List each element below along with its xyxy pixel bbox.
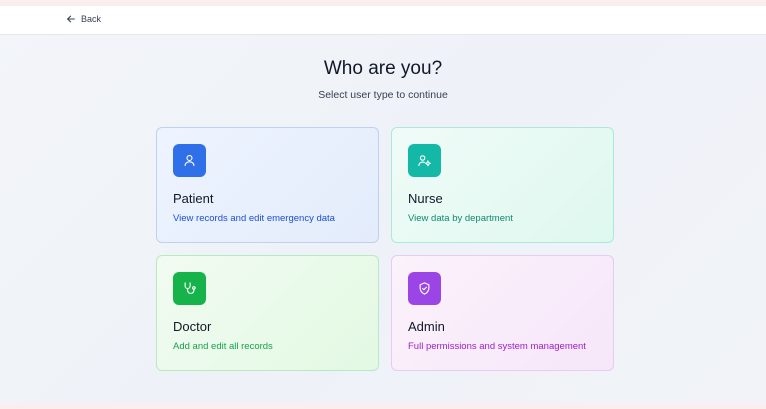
stethoscope-icon xyxy=(184,282,196,294)
admin-icon-box xyxy=(408,272,441,305)
patient-card-description: View records and edit emergency data xyxy=(173,213,335,224)
shield-check-icon xyxy=(419,282,430,295)
nurse-card-title: Nurse xyxy=(408,191,443,206)
admin-card-title: Admin xyxy=(408,319,445,334)
doctor-card-title: Doctor xyxy=(173,319,212,334)
user-icon xyxy=(184,154,195,167)
back-button-label: Back xyxy=(81,14,102,24)
doctor-card[interactable]: Doctor Add and edit all records xyxy=(156,255,379,371)
page-title: Who are you? xyxy=(323,58,443,79)
back-button[interactable]: Back xyxy=(66,14,101,24)
patient-icon-box xyxy=(173,144,206,177)
patient-card[interactable]: Patient View records and edit emergency … xyxy=(156,127,379,243)
app-frame: Back Who are you? Select user type to co… xyxy=(0,6,766,403)
patient-card-title: Patient xyxy=(173,191,214,206)
admin-card[interactable]: Admin Full permissions and system manage… xyxy=(391,255,614,371)
doctor-icon-box xyxy=(173,272,206,305)
page-subtitle: Select user type to continue xyxy=(318,89,448,101)
nurse-icon-box xyxy=(408,144,441,177)
doctor-card-description: Add and edit all records xyxy=(173,341,273,352)
user-cog-icon xyxy=(418,155,431,167)
admin-card-description: Full permissions and system management xyxy=(408,341,586,352)
nurse-card[interactable]: Nurse View data by department xyxy=(391,127,614,243)
nurse-card-description: View data by department xyxy=(408,213,513,224)
top-bar: Back xyxy=(0,6,766,35)
arrow-left-icon xyxy=(67,15,75,23)
